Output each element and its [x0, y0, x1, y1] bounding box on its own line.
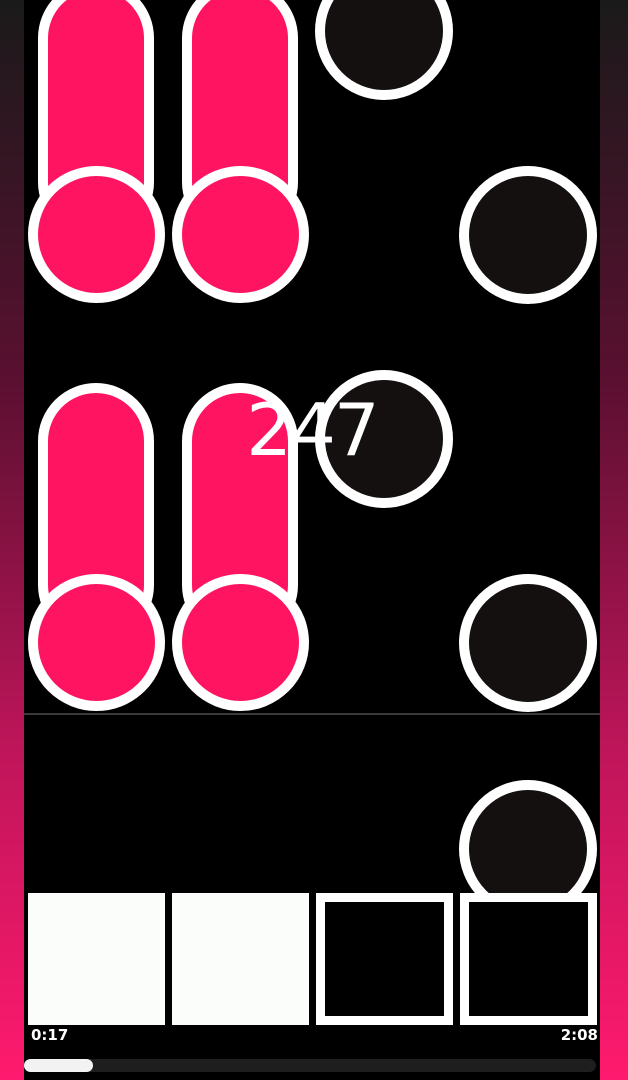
judgement-line — [24, 713, 600, 715]
tap-note — [459, 166, 597, 304]
song-progress-bar[interactable] — [24, 1059, 596, 1072]
lane-key-1[interactable] — [28, 893, 165, 1025]
lane-key-3[interactable] — [316, 893, 453, 1025]
total-time: 2:08 — [560, 1026, 598, 1044]
elapsed-time: 0:17 — [31, 1026, 69, 1044]
hold-note-head — [28, 166, 165, 303]
hold-note-head — [28, 574, 165, 711]
tap-note — [459, 574, 597, 712]
tap-note — [315, 0, 453, 100]
playfield: 247 — [24, 0, 600, 1080]
hold-note-head — [172, 574, 309, 711]
lane-key-2[interactable] — [172, 893, 309, 1025]
lane-key-4[interactable] — [460, 893, 597, 1025]
hold-note-head — [172, 166, 309, 303]
combo-counter: 247 — [246, 388, 379, 472]
song-progress-fill — [24, 1059, 93, 1072]
